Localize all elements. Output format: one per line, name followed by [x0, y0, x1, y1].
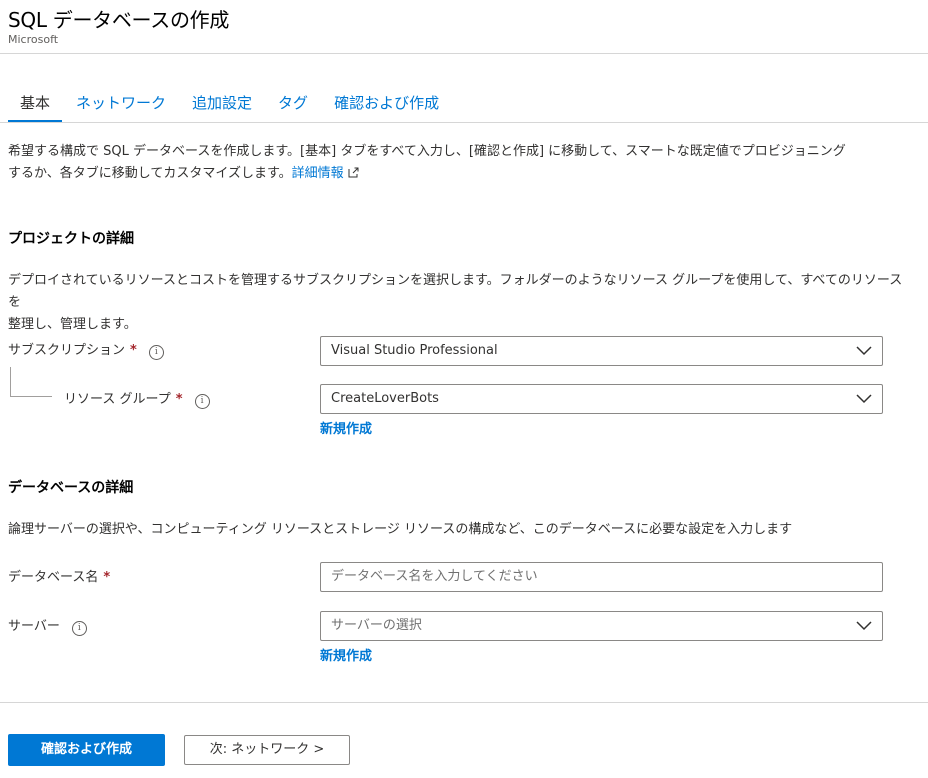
subscription-select[interactable]: Visual Studio Professional [320, 336, 883, 366]
intro-line-2-text: するか、各タブに移動してカスタマイズします。 [8, 166, 292, 181]
server-placeholder: サーバーの選択 [331, 618, 422, 633]
chevron-down-icon [856, 394, 872, 404]
learn-more-label: 詳細情報 [291, 166, 344, 181]
resource-group-label-text: リソース グループ [64, 392, 171, 407]
database-name-placeholder: データベース名を入力してください [331, 569, 538, 584]
server-select[interactable]: サーバーの選択 [320, 611, 883, 641]
required-indicator: * [175, 392, 183, 407]
project-details-heading: プロジェクトの詳細 [8, 231, 134, 247]
info-icon[interactable]: i [71, 621, 87, 636]
database-details-heading: データベースの詳細 [8, 480, 134, 496]
tab-networking[interactable]: ネットワーク [76, 90, 166, 118]
resource-group-label: リソース グループ * i [64, 388, 210, 409]
tree-connector-vertical [10, 367, 11, 396]
tab-basics[interactable]: 基本 [8, 90, 63, 122]
intro-text: 希望する構成で SQL データベースを作成します。[基本] タブをすべて入力し、… [8, 141, 908, 185]
intro-line-1: 希望する構成で SQL データベースを作成します。[基本] タブをすべて入力し、… [8, 144, 846, 159]
tab-tags[interactable]: タグ [278, 90, 308, 118]
next-networking-button[interactable]: 次: ネットワーク > [184, 735, 350, 765]
resource-group-value: CreateLoverBots [331, 391, 439, 406]
project-desc-line-2: 整理し、管理します。 [8, 317, 137, 332]
subscription-label-text: サブスクリプション [8, 343, 126, 358]
project-desc-line-1: デプロイされているリソースとコストを管理するサブスクリプションを選択します。フォ… [8, 273, 903, 310]
page-title: SQL データベースの作成 [8, 8, 230, 32]
server-label: サーバー i [8, 615, 87, 636]
project-description: デプロイされているリソースとコストを管理するサブスクリプションを選択します。フォ… [8, 270, 908, 336]
tab-additional-settings[interactable]: 追加設定 [192, 90, 252, 118]
database-name-label-text: データベース名 [8, 570, 99, 585]
tree-connector-horizontal [10, 396, 52, 397]
required-indicator: * [103, 570, 111, 585]
database-name-label: データベース名 * [8, 566, 110, 585]
create-new-server-link[interactable]: 新規作成 [320, 645, 372, 664]
chevron-down-icon [856, 621, 872, 631]
subscription-label: サブスクリプション * i [8, 339, 164, 360]
subscription-value: Visual Studio Professional [331, 343, 498, 358]
database-description: 論理サーバーの選択や、コンピューティング リソースとストレージ リソースの構成な… [8, 522, 793, 537]
tabs-divider [0, 122, 928, 123]
server-label-text: サーバー [8, 619, 60, 634]
page-subtitle: Microsoft [8, 33, 59, 46]
resource-group-select[interactable]: CreateLoverBots [320, 384, 883, 414]
header-divider [0, 53, 928, 54]
tab-bar: 基本 ネットワーク 追加設定 タグ 確認および作成 [8, 90, 465, 122]
footer-divider [0, 702, 928, 703]
tab-review-create[interactable]: 確認および作成 [334, 90, 439, 118]
external-link-icon [348, 167, 359, 178]
intro-line-2: するか、各タブに移動してカスタマイズします。詳細情報 [8, 163, 908, 185]
info-icon[interactable]: i [194, 394, 210, 409]
review-create-button[interactable]: 確認および作成 [8, 734, 165, 766]
learn-more-link[interactable]: 詳細情報 [292, 166, 359, 181]
create-new-resource-group-link[interactable]: 新規作成 [320, 418, 372, 437]
required-indicator: * [130, 343, 137, 358]
database-name-input[interactable]: データベース名を入力してください [320, 562, 883, 592]
chevron-down-icon [856, 346, 872, 356]
info-icon[interactable]: i [148, 345, 164, 360]
